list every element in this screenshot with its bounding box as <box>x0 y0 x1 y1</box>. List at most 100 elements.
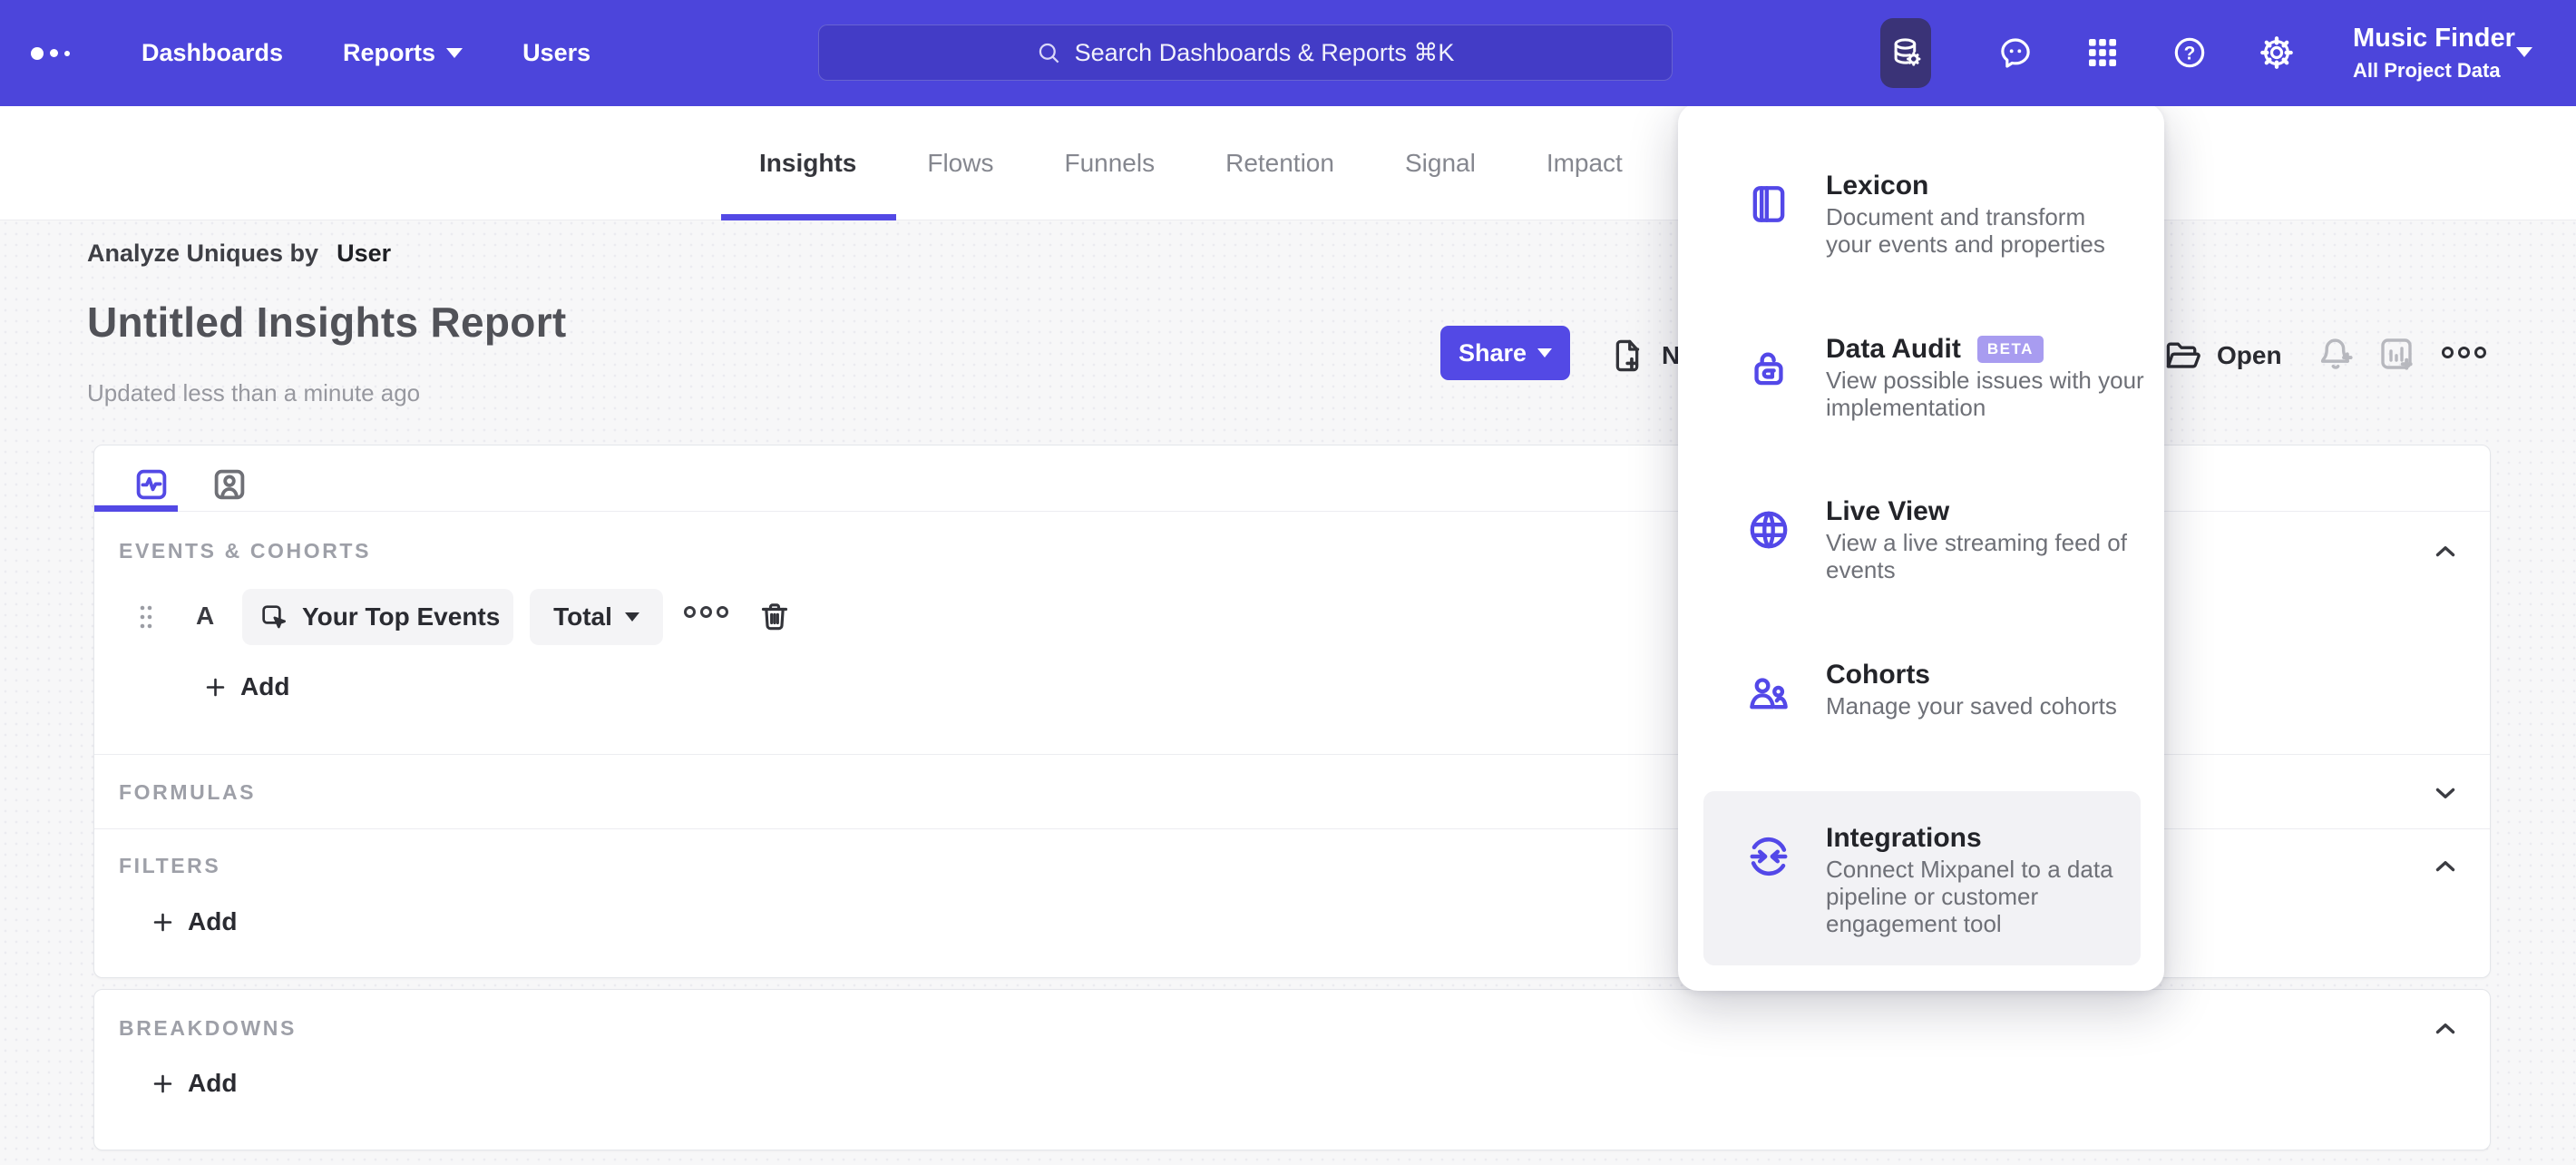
nav-reports[interactable]: Reports <box>343 39 463 67</box>
tab-insights[interactable]: Insights <box>720 106 897 220</box>
alert-button[interactable] <box>2315 334 2356 376</box>
integrations-sync-icon <box>1745 833 1792 880</box>
svg-text:?: ? <box>2184 43 2196 64</box>
updated-timestamp: Updated less than a minute ago <box>87 379 421 406</box>
chevron-down-icon <box>2516 47 2532 57</box>
open-report-button[interactable]: Open <box>2162 336 2282 376</box>
tab-funnels[interactable]: Funnels <box>1064 106 1155 220</box>
collapse-events-button[interactable] <box>2430 536 2461 567</box>
share-button[interactable]: Share <box>1440 326 1571 380</box>
search-placeholder: Search Dashboards & Reports ⌘K <box>1074 38 1455 66</box>
cohorts-people-icon <box>1745 670 1792 717</box>
beta-badge: BETA <box>1976 336 2044 363</box>
feedback-bubble-icon <box>2001 38 2030 68</box>
trash-icon <box>761 603 788 631</box>
metric-selector-chip[interactable]: Total <box>530 589 663 645</box>
add-filter-button[interactable]: Add <box>151 907 237 936</box>
menu-item-desc: View a live streaming feed of events <box>1826 529 2127 583</box>
lexicon-book-icon <box>1745 181 1792 228</box>
collapse-breakdowns-button[interactable] <box>2430 1013 2461 1044</box>
add-to-board-button[interactable] <box>2375 332 2418 376</box>
apps-grid-button[interactable] <box>2084 34 2121 71</box>
plus-icon <box>153 1074 172 1092</box>
tab-signal[interactable]: Signal <box>1405 106 1476 220</box>
menu-item-title: Data Audit BETA <box>1826 334 2044 367</box>
open-report-label: Open <box>2217 341 2282 369</box>
chevron-down-icon <box>1537 348 1553 357</box>
analyze-value-selector[interactable]: User <box>337 240 391 268</box>
metrics-view-tab[interactable] <box>125 458 178 511</box>
data-management-menu: Lexicon Document and transform your even… <box>1678 103 2164 991</box>
formulas-header: FORMULAS <box>119 780 257 804</box>
analyze-uniques-row: Analyze Uniques by User <box>87 240 391 268</box>
chart-add-icon <box>2381 338 2413 370</box>
menu-item-title: Integrations <box>1826 823 1982 853</box>
tab-retention[interactable]: Retention <box>1225 106 1334 220</box>
app-window: Dashboards Reports Users Search Dashboar… <box>0 0 2576 1165</box>
chevron-up-icon <box>2435 1023 2455 1034</box>
top-navigation-bar: Dashboards Reports Users Search Dashboar… <box>0 0 2576 106</box>
menu-item-title: Cohorts <box>1826 660 1930 690</box>
delete-event-button[interactable] <box>756 598 793 634</box>
event-click-icon <box>262 605 286 629</box>
profile-card-icon <box>214 469 245 500</box>
event-selector-chip[interactable]: Your Top Events <box>242 589 513 645</box>
metric-name: Total <box>553 602 612 631</box>
profiles-view-tab[interactable] <box>203 458 256 511</box>
help-icon: ? <box>2174 37 2205 68</box>
search-input[interactable]: Search Dashboards & Reports ⌘K <box>818 24 1673 81</box>
tab-impact[interactable]: Impact <box>1547 106 1623 220</box>
event-name: Your Top Events <box>302 602 501 631</box>
database-gear-icon <box>1894 38 1921 66</box>
gear-icon <box>2260 36 2293 69</box>
tab-flows[interactable]: Flows <box>927 106 993 220</box>
nav-users[interactable]: Users <box>522 39 590 67</box>
drag-handle[interactable] <box>138 592 154 641</box>
chevron-up-icon <box>2435 546 2455 557</box>
settings-button[interactable] <box>2259 34 2295 71</box>
filters-header: FILTERS <box>119 854 221 877</box>
project-scope: All Project Data <box>2353 59 2501 82</box>
events-cohorts-header: EVENTS & COHORTS <box>119 539 372 563</box>
live-view-globe-icon <box>1745 506 1792 553</box>
chevron-down-icon <box>624 612 639 622</box>
project-selector[interactable]: Music Finder All Project Data <box>2353 0 2515 106</box>
feedback-button[interactable] <box>1997 34 2034 71</box>
search-icon <box>1039 43 1059 63</box>
menu-item-title: Live View <box>1826 496 1950 526</box>
menu-item-title: Lexicon <box>1826 171 1929 201</box>
chevron-up-icon <box>2435 861 2455 872</box>
menu-item-desc: Manage your saved cohorts <box>1826 692 2117 720</box>
add-event-button[interactable]: Add <box>203 672 289 701</box>
menu-item-desc: Connect Mixpanel to a data pipeline or c… <box>1826 856 2113 937</box>
drag-dots-icon <box>140 605 152 629</box>
menu-item-desc: Document and transform your events and p… <box>1826 203 2105 258</box>
project-name: Music Finder <box>2353 24 2515 53</box>
primary-nav: Dashboards Reports Users <box>141 0 590 106</box>
plus-icon <box>206 678 225 696</box>
collapse-filters-button[interactable] <box>2430 851 2461 882</box>
chevron-down-icon <box>446 48 463 58</box>
expand-formulas-button[interactable] <box>2430 778 2461 808</box>
new-document-icon <box>1615 339 1640 372</box>
event-options-button[interactable] <box>684 606 728 618</box>
chevron-down-icon <box>2435 788 2455 798</box>
data-audit-icon <box>1745 344 1792 391</box>
mixpanel-logo[interactable] <box>31 0 70 106</box>
report-type-tabbar: Insights Flows Funnels Retention Signal … <box>0 106 2576 220</box>
help-button[interactable]: ? <box>2171 34 2208 71</box>
menu-item-desc: View possible issues with your implement… <box>1826 367 2144 421</box>
bell-plus-icon <box>2320 338 2353 369</box>
breakdowns-header: BREAKDOWNS <box>119 1016 297 1040</box>
add-breakdown-button[interactable]: Add <box>151 1069 237 1098</box>
series-letter: A <box>196 602 215 630</box>
grid-icon <box>2089 39 2116 66</box>
more-options-button[interactable] <box>2442 347 2486 358</box>
breakdowns-card: BREAKDOWNS Add <box>93 989 2491 1150</box>
analyze-label: Analyze Uniques by <box>87 240 319 267</box>
active-view-underline <box>94 505 178 512</box>
data-management-button[interactable] <box>1889 35 1924 70</box>
page-title[interactable]: Untitled Insights Report <box>87 298 567 347</box>
nav-dashboards[interactable]: Dashboards <box>141 39 283 67</box>
insights-chart-icon <box>136 469 167 500</box>
